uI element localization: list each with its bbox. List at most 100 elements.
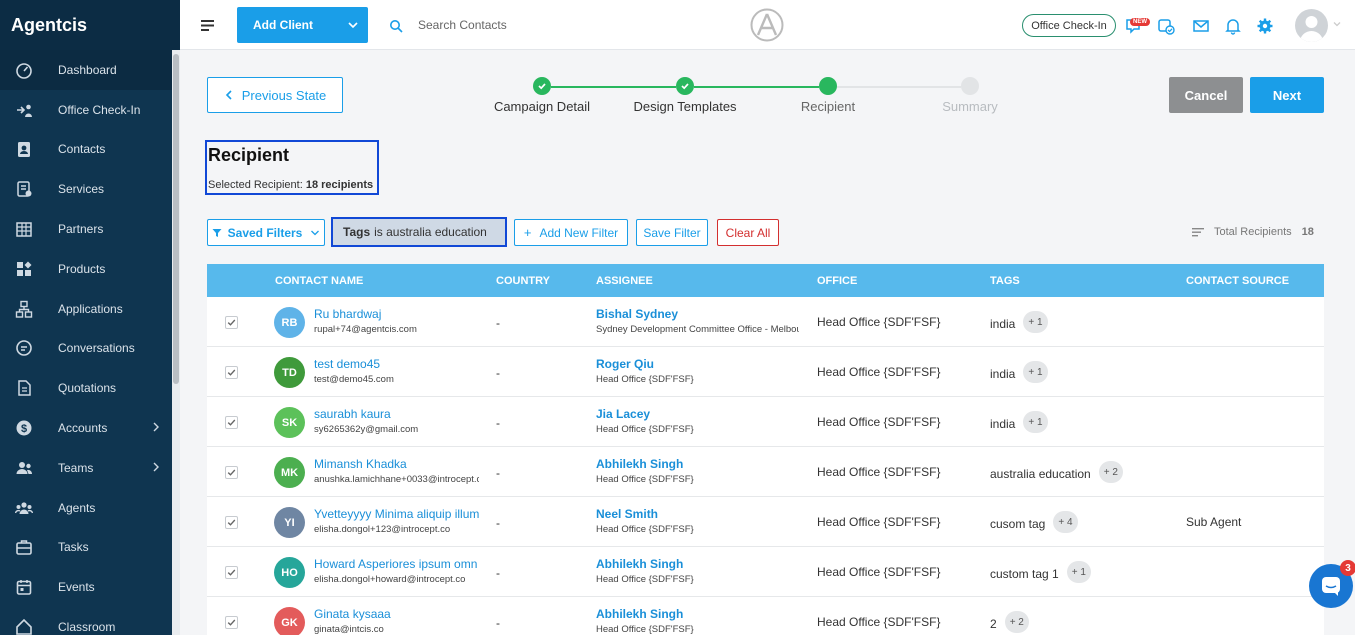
sidebar-item-label: Partners (58, 222, 104, 237)
table-row: RB Ru bhardwaj rupal+74@agentcis.com - Bisha… (207, 297, 1324, 347)
sidebar-scroll-thumb[interactable] (173, 54, 179, 384)
contact-tags: australia education + 2 (990, 461, 1123, 483)
row-checkbox[interactable] (225, 416, 238, 429)
sidebar-item-classroom[interactable]: Classroom (0, 607, 180, 635)
events-icon (14, 577, 34, 597)
row-checkbox[interactable] (225, 466, 238, 479)
sidebar-item-contacts[interactable]: Contacts (0, 130, 180, 170)
sidebar-item-label: Services (58, 182, 105, 197)
column-header-tags[interactable]: TAGS (990, 275, 1020, 287)
column-header-contact-name[interactable]: CONTACT NAME (275, 275, 363, 287)
table-row: MK Mimansh Khadka anushka.lamichhane+0033@… (207, 447, 1324, 497)
contact-tags: 2 + 2 (990, 611, 1029, 633)
total-recipients-label: Total Recipients (1214, 226, 1292, 238)
sidebar-item-events[interactable]: Events (0, 567, 180, 607)
funnel-icon (212, 228, 222, 237)
previous-state-button[interactable]: Previous State (207, 77, 343, 113)
add-new-filter-label: Add New Filter (539, 225, 619, 240)
sidebar-item-applications[interactable]: Applications (0, 289, 180, 329)
assignee-name-link[interactable]: Bishal Sydney (596, 307, 678, 321)
sidebar-item-label: Accounts (58, 421, 108, 436)
sidebar-item-conversations[interactable]: Conversations (0, 329, 180, 369)
contact-name-link[interactable]: saurabh kaura (314, 407, 391, 421)
more-tags-badge[interactable]: + 1 (1023, 311, 1048, 333)
mail-icon[interactable] (1192, 17, 1210, 35)
assignee-name-link[interactable]: Abhilekh Singh (596, 607, 683, 621)
contact-name-link[interactable]: Yvetteyyyy Minima aliquip illum (314, 507, 479, 521)
assignee-name-link[interactable]: Neel Smith (596, 507, 658, 521)
contact-office: Head Office {SDF'FSF} (817, 615, 941, 629)
tag-label: custom tag 1 (990, 567, 1059, 581)
add-client-button[interactable]: Add Client (237, 7, 368, 43)
conversations-icon (14, 338, 34, 358)
active-tag-filter[interactable]: Tags is australia education (331, 217, 507, 247)
brand-logo[interactable]: Agentcis (0, 0, 180, 50)
sidebar-item-label: Applications (58, 301, 123, 316)
saved-filters-button[interactable]: Saved Filters (207, 219, 325, 246)
more-tags-badge[interactable]: + 1 (1023, 361, 1048, 383)
sidebar-item-products[interactable]: Products (0, 249, 180, 289)
column-header-assignee[interactable]: ASSIGNEE (596, 275, 653, 287)
chevron-down-icon[interactable] (338, 20, 368, 30)
sidebar-item-office-check-in[interactable]: Office Check-In (0, 90, 180, 130)
sidebar-item-dashboard[interactable]: Dashboard (0, 50, 180, 90)
row-checkbox[interactable] (225, 616, 238, 629)
sidebar-item-accounts[interactable]: $ Accounts (0, 408, 180, 448)
next-button[interactable]: Next (1250, 77, 1324, 113)
column-header-contact-source[interactable]: CONTACT SOURCE (1186, 275, 1289, 287)
search-input[interactable] (418, 14, 638, 36)
sidebar-item-agents[interactable]: Agents (0, 488, 180, 528)
user-avatar[interactable] (1295, 9, 1328, 42)
sidebar-item-services[interactable]: Services (0, 169, 180, 209)
cancel-button[interactable]: Cancel (1169, 77, 1243, 113)
add-new-filter-button[interactable]: + Add New Filter (514, 219, 628, 246)
contact-name-link[interactable]: Ru bhardwaj (314, 307, 381, 321)
save-filter-button[interactable]: Save Filter (636, 219, 708, 246)
svg-text:$: $ (21, 423, 27, 435)
contact-office: Head Office {SDF'FSF} (817, 365, 941, 379)
sidebar-item-label: Office Check-In (58, 102, 141, 117)
caret-down-icon[interactable] (1333, 20, 1341, 28)
row-checkbox[interactable] (225, 566, 238, 579)
assignee-name-link[interactable]: Abhilekh Singh (596, 557, 683, 571)
more-tags-badge[interactable]: + 1 (1023, 411, 1048, 433)
tag-label: australia education (990, 467, 1091, 481)
menu-icon[interactable] (200, 17, 216, 33)
contact-name-link[interactable]: Ginata kysaaa (314, 607, 391, 621)
classroom-icon (14, 617, 34, 635)
selected-recipient-info: Selected Recipient: 18 recipients (208, 179, 373, 191)
sidebar-item-partners[interactable]: Partners (0, 209, 180, 249)
contact-office: Head Office {SDF'FSF} (817, 315, 941, 329)
bell-icon[interactable] (1224, 17, 1242, 35)
contact-office: Head Office {SDF'FSF} (817, 415, 941, 429)
assignee-name-link[interactable]: Roger Qiu (596, 357, 654, 371)
row-checkbox[interactable] (225, 316, 238, 329)
search-icon[interactable] (389, 19, 403, 33)
more-tags-badge[interactable]: + 2 (1004, 611, 1029, 633)
column-header-country[interactable]: COUNTRY (496, 275, 550, 287)
contact-name-link[interactable]: Howard Asperiores ipsum omn (314, 557, 477, 571)
contact-source: Sub Agent (1186, 515, 1242, 529)
assignee-name-link[interactable]: Jia Lacey (596, 407, 650, 421)
list-icon (1192, 228, 1204, 237)
task-check-icon[interactable] (1157, 17, 1175, 35)
contact-avatar: SK (274, 407, 305, 438)
quotations-icon (14, 378, 34, 398)
contact-name-link[interactable]: test demo45 (314, 357, 380, 371)
step-dot (819, 77, 837, 95)
more-tags-badge[interactable]: + 1 (1066, 561, 1091, 583)
sidebar-scrollbar[interactable] (172, 50, 180, 635)
assignee-name-link[interactable]: Abhilekh Singh (596, 457, 683, 471)
sidebar-item-quotations[interactable]: Quotations (0, 368, 180, 408)
sidebar-item-teams[interactable]: Teams (0, 448, 180, 488)
row-checkbox[interactable] (225, 516, 238, 529)
clear-all-button[interactable]: Clear All (717, 219, 779, 246)
sidebar-item-tasks[interactable]: Tasks (0, 528, 180, 568)
row-checkbox[interactable] (225, 366, 238, 379)
more-tags-badge[interactable]: + 4 (1053, 511, 1078, 533)
more-tags-badge[interactable]: + 2 (1098, 461, 1123, 483)
contact-name-link[interactable]: Mimansh Khadka (314, 457, 407, 471)
office-checkin-button[interactable]: Office Check-In (1022, 14, 1116, 37)
gear-icon[interactable] (1256, 17, 1274, 35)
column-header-office[interactable]: OFFICE (817, 275, 857, 287)
